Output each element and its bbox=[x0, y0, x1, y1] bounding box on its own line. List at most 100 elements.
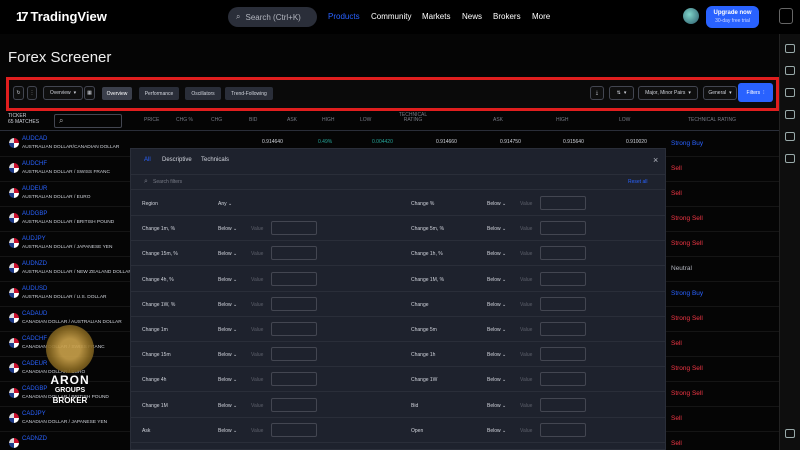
filters-button[interactable]: Filters ⫶ bbox=[738, 83, 773, 102]
col-header-technical-rating[interactable]: TECHNICAL RATING bbox=[397, 113, 429, 123]
filter-condition-dropdown[interactable]: Below ⌄ bbox=[218, 277, 237, 283]
nav-brokers[interactable]: Brokers bbox=[493, 12, 521, 21]
filter-condition-dropdown[interactable]: Below ⌄ bbox=[218, 403, 237, 409]
filter-search-input[interactable]: ⌕ Search filters Reset all bbox=[131, 174, 665, 190]
market-filter-dropdown[interactable]: Major, Minor Pairs ▾ bbox=[638, 86, 698, 100]
nav-more[interactable]: More bbox=[532, 12, 550, 21]
col-header-high-2[interactable]: HIGH bbox=[556, 117, 569, 123]
row-symbol[interactable]: CADJPY bbox=[22, 411, 46, 417]
col-header-ask[interactable]: ASK bbox=[287, 117, 297, 123]
filter-condition-dropdown[interactable]: Below ⌄ bbox=[487, 302, 506, 308]
alerts-icon[interactable] bbox=[785, 66, 795, 75]
filter-condition-dropdown[interactable]: Below ⌄ bbox=[487, 403, 506, 409]
filter-value-input[interactable] bbox=[540, 196, 586, 210]
brand-logo[interactable]: 17 TradingView bbox=[16, 9, 107, 24]
filter-condition-dropdown[interactable]: Below ⌄ bbox=[218, 428, 237, 434]
row-symbol[interactable]: AUDEUR bbox=[22, 186, 47, 192]
filter-condition-dropdown[interactable]: Below ⌄ bbox=[487, 352, 506, 358]
filter-condition-dropdown[interactable]: Below ⌄ bbox=[487, 428, 506, 434]
column-set-dropdown[interactable]: General ▾ bbox=[703, 86, 737, 100]
dialog-tab-descriptive[interactable]: Descriptive bbox=[162, 157, 192, 163]
filter-condition-dropdown[interactable]: Below ⌄ bbox=[218, 251, 237, 257]
dialog-tab-all[interactable]: All bbox=[144, 157, 151, 163]
filter-value-input[interactable] bbox=[271, 246, 317, 261]
filter-value-input[interactable] bbox=[271, 397, 317, 412]
nav-markets[interactable]: Markets bbox=[422, 12, 450, 21]
apps-icon[interactable] bbox=[779, 8, 793, 24]
row-symbol[interactable]: AUDJPY bbox=[22, 236, 46, 242]
filter-value-input[interactable] bbox=[540, 347, 586, 362]
more-options-button[interactable]: ⋮ bbox=[27, 86, 37, 100]
filter-condition-dropdown[interactable]: Below ⌄ bbox=[218, 327, 237, 333]
filter-condition-dropdown[interactable]: Below ⌄ bbox=[218, 302, 237, 308]
row-symbol[interactable]: AUDNZD bbox=[22, 261, 47, 267]
nav-news[interactable]: News bbox=[462, 12, 482, 21]
tab-trend-following[interactable]: Trend-Following bbox=[225, 87, 273, 100]
download-button[interactable]: ⤓ bbox=[590, 86, 604, 100]
row-symbol[interactable]: AUDUSD bbox=[22, 286, 47, 292]
refresh-button[interactable]: ↻ bbox=[13, 86, 24, 100]
filter-condition-dropdown[interactable]: Below ⌄ bbox=[487, 201, 506, 207]
chat-icon[interactable] bbox=[785, 88, 795, 97]
screen-selector[interactable]: Overview ▾ bbox=[43, 86, 83, 100]
filter-condition-dropdown[interactable]: Below ⌄ bbox=[487, 277, 506, 283]
filter-condition-dropdown[interactable]: Below ⌄ bbox=[218, 377, 237, 383]
tab-performance[interactable]: Performance bbox=[139, 87, 179, 100]
tab-oscillators[interactable]: Oscillators bbox=[185, 87, 221, 100]
filter-condition-dropdown[interactable]: Below ⌄ bbox=[487, 226, 506, 232]
col-header-technical-rating-2[interactable]: TECHNICAL RATING bbox=[688, 117, 736, 123]
user-avatar[interactable] bbox=[683, 8, 699, 24]
nav-community[interactable]: Community bbox=[371, 12, 411, 21]
filter-value-input[interactable] bbox=[271, 347, 317, 362]
table-header: TICKER 65 MATCHES ⌕ PRICE CHG % CHG BID … bbox=[0, 111, 779, 131]
dialog-tab-technicals[interactable]: Technicals bbox=[201, 157, 229, 163]
filter-value-input[interactable] bbox=[540, 422, 586, 437]
col-header-chg-pct[interactable]: CHG % bbox=[176, 117, 193, 123]
help-icon[interactable] bbox=[785, 429, 795, 438]
col-header-bid[interactable]: BID bbox=[249, 117, 257, 123]
filter-value-input[interactable] bbox=[271, 221, 317, 236]
filter-condition-dropdown[interactable]: Below ⌄ bbox=[218, 226, 237, 232]
sort-button[interactable]: ⇅ ▾ bbox=[609, 86, 634, 100]
layout-button[interactable]: ▦ bbox=[84, 86, 95, 100]
filter-condition-dropdown[interactable]: Below ⌄ bbox=[487, 377, 506, 383]
filter-value-input[interactable] bbox=[271, 296, 317, 311]
filter-condition-dropdown[interactable]: Any ⌄ bbox=[218, 201, 232, 207]
filter-condition-dropdown[interactable]: Below ⌄ bbox=[487, 251, 506, 257]
filter-value-input[interactable] bbox=[271, 422, 317, 437]
filter-value-input[interactable] bbox=[271, 372, 317, 387]
col-header-high[interactable]: HIGH bbox=[322, 117, 335, 123]
ticker-search[interactable]: ⌕ bbox=[54, 114, 122, 128]
filter-value-input[interactable] bbox=[271, 271, 317, 286]
watchlist-icon[interactable] bbox=[785, 44, 795, 53]
filter-condition-dropdown[interactable]: Below ⌄ bbox=[218, 352, 237, 358]
filter-value-input[interactable] bbox=[540, 372, 586, 387]
filter-value-input[interactable] bbox=[540, 296, 586, 311]
col-header-price[interactable]: PRICE bbox=[144, 117, 159, 123]
filter-value-input[interactable] bbox=[271, 322, 317, 336]
row-symbol[interactable]: AUDGBP bbox=[22, 211, 47, 217]
calendar-icon[interactable] bbox=[785, 132, 795, 141]
notifications-icon[interactable] bbox=[785, 154, 795, 163]
reset-all-button[interactable]: Reset all bbox=[628, 179, 647, 185]
row-symbol[interactable]: CADAUD bbox=[22, 311, 47, 317]
search-bar[interactable]: ⌕ Search (Ctrl+K) bbox=[228, 7, 317, 27]
row-symbol[interactable]: CADNZD bbox=[22, 436, 47, 442]
nav-products[interactable]: Products bbox=[328, 12, 360, 21]
filter-value-input[interactable] bbox=[540, 322, 586, 336]
filter-value-input[interactable] bbox=[540, 221, 586, 236]
col-header-ask-2[interactable]: ASK bbox=[493, 117, 503, 123]
col-header-low[interactable]: LOW bbox=[360, 117, 371, 123]
col-header-low-2[interactable]: LOW bbox=[619, 117, 630, 123]
close-icon[interactable]: × bbox=[653, 155, 658, 165]
tab-overview[interactable]: Overview bbox=[102, 87, 132, 100]
col-header-chg[interactable]: CHG bbox=[211, 117, 222, 123]
row-symbol[interactable]: AUDCAD bbox=[22, 136, 47, 142]
upgrade-button[interactable]: Upgrade now 30-day free trial bbox=[706, 6, 759, 28]
filter-condition-dropdown[interactable]: Below ⌄ bbox=[487, 327, 506, 333]
ideas-icon[interactable] bbox=[785, 110, 795, 119]
filter-value-input[interactable] bbox=[540, 271, 586, 286]
filter-value-input[interactable] bbox=[540, 397, 586, 412]
filter-value-input[interactable] bbox=[540, 246, 586, 261]
row-symbol[interactable]: AUDCHF bbox=[22, 161, 47, 167]
